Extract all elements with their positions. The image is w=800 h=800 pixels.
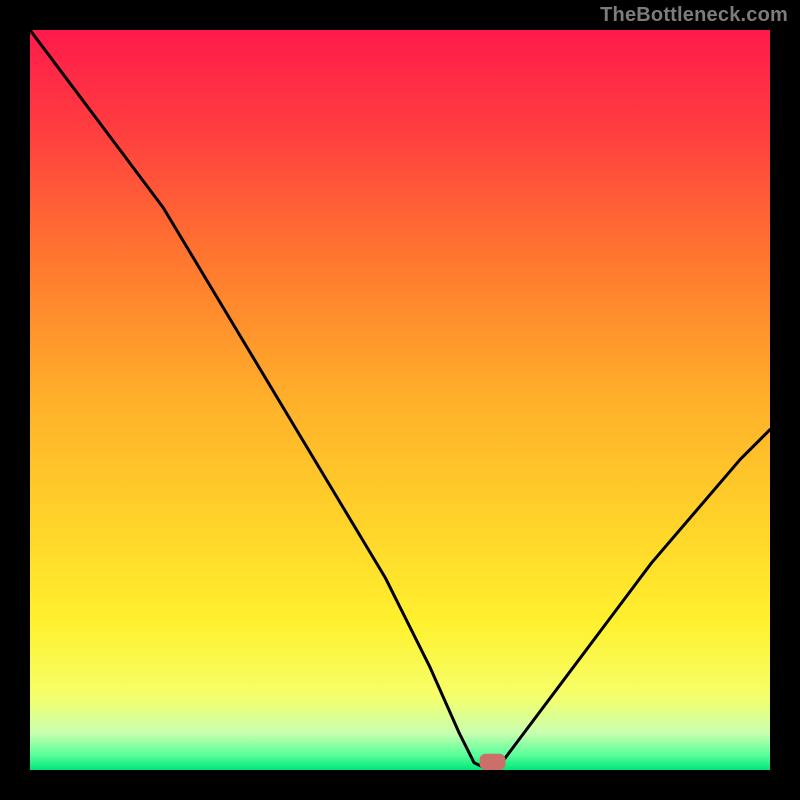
attribution-text: TheBottleneck.com — [600, 4, 788, 27]
gradient-background — [30, 30, 770, 770]
chart-container: TheBottleneck.com — [0, 0, 800, 800]
optimal-marker — [480, 754, 506, 770]
bottleneck-chart — [30, 30, 770, 770]
